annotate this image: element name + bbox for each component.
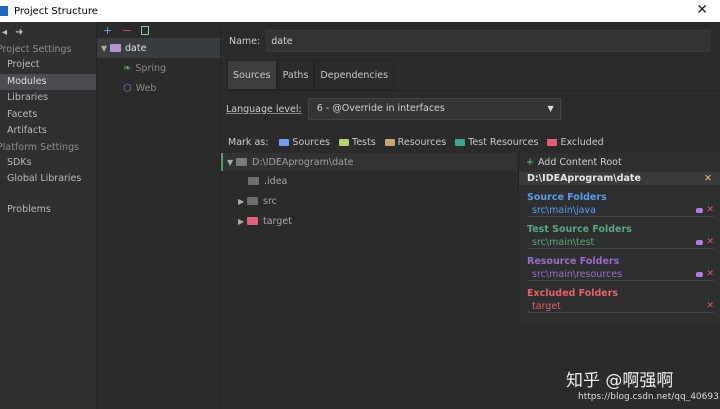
module-settings: Name: Sources Paths Dependencies Languag…: [221, 22, 720, 409]
remove-root-icon[interactable]: ✕: [704, 173, 712, 184]
test-resources-folder-icon: [455, 139, 466, 146]
spring-leaf-icon: ❧: [123, 62, 132, 74]
sources-folder-icon: [279, 139, 290, 146]
remove-icon[interactable]: ✕: [706, 300, 714, 313]
module-name: date: [125, 42, 147, 54]
edit-properties-icon[interactable]: [696, 272, 704, 277]
platform-settings-header: Platform Settings: [0, 141, 80, 153]
app-logo-icon: [0, 6, 8, 16]
tests-folder-icon: [339, 139, 349, 146]
facet-label: Web: [135, 82, 157, 94]
module-tabs: Sources Paths Dependencies: [227, 60, 395, 90]
modules-panel: + − ▼ date ❧ Spring ⬡ Web: [97, 22, 221, 409]
nav-item-facets[interactable]: Facets: [0, 107, 96, 124]
folder-entry: target ✕: [527, 300, 714, 313]
content-roots-panel: + Add Content Root D:\IDEAprogram\date ✕…: [518, 153, 720, 322]
tree-row-src[interactable]: ▶ src: [221, 191, 518, 211]
excluded-folder-icon: [547, 139, 558, 146]
title-bar: Project Structure ✕: [0, 0, 720, 22]
mark-tests-button[interactable]: Tests: [339, 137, 376, 148]
facet-item-spring[interactable]: ❧ Spring: [97, 58, 220, 78]
settings-nav: ◂ ➜ Project Settings Project Modules Lib…: [0, 22, 97, 409]
project-settings-header: Project Settings: [0, 44, 72, 55]
web-globe-icon: ⬡: [123, 82, 132, 94]
mark-test-resources-button[interactable]: Test Resources: [455, 137, 538, 148]
close-icon[interactable]: ✕: [696, 2, 708, 18]
mark-excluded-button[interactable]: Excluded: [547, 137, 604, 148]
name-label: Name:: [229, 35, 261, 47]
nav-arrows: ◂ ➜: [0, 22, 96, 42]
edit-properties-icon[interactable]: [696, 208, 704, 213]
watermark-text: 知乎 @啊强啊: [566, 371, 674, 391]
chevron-right-icon[interactable]: ▶: [238, 217, 247, 226]
facet-label: Spring: [135, 62, 167, 74]
mark-as-bar: Mark as: Sources Tests Resources Test Re…: [228, 137, 604, 148]
module-item-date[interactable]: ▼ date: [97, 38, 220, 58]
facet-item-web[interactable]: ⬡ Web: [97, 78, 220, 98]
test-source-folders-group: Test Source Folders src\main\test ✕: [527, 224, 714, 249]
nav-item-problems[interactable]: Problems: [0, 202, 96, 219]
chevron-right-icon[interactable]: ▶: [238, 197, 247, 206]
add-content-root-button[interactable]: + Add Content Root: [519, 153, 720, 172]
nav-item-sdks[interactable]: SDKs: [0, 155, 96, 172]
nav-item-project[interactable]: Project: [0, 57, 96, 74]
mark-sources-button[interactable]: Sources: [279, 137, 330, 148]
source-folders-group: Source Folders src\main\java ✕: [527, 192, 714, 217]
nav-item-global-libraries[interactable]: Global Libraries: [0, 171, 96, 188]
language-level-row: Language level: 6 - @Override in interfa…: [226, 98, 561, 120]
folder-entry: src\main\java ✕: [527, 204, 714, 217]
edit-properties-icon[interactable]: [696, 240, 704, 245]
watermark-url: https://blog.csdn.net/qq_40693171: [578, 392, 720, 402]
chevron-down-icon[interactable]: ▼: [101, 44, 110, 53]
tree-row-target[interactable]: ▶ target: [221, 211, 518, 231]
language-level-select[interactable]: 6 - @Override in interfaces ▼: [307, 98, 561, 120]
name-row: Name:: [229, 30, 711, 52]
add-icon: +: [526, 157, 534, 168]
excluded-folder-icon: [247, 217, 258, 225]
content-root-path: D:\IDEAprogram\date ✕: [519, 172, 720, 185]
folder-icon: [236, 158, 247, 166]
copy-module-icon[interactable]: [141, 25, 150, 35]
nav-item-libraries[interactable]: Libraries: [0, 90, 96, 107]
chevron-down-icon[interactable]: ▼: [227, 158, 236, 167]
resources-folder-icon: [384, 139, 395, 146]
directory-tree: ▼ D:\IDEAprogram\date .idea ▶ src ▶ targ…: [221, 153, 518, 409]
tab-sources[interactable]: Sources: [227, 60, 277, 90]
window-title: Project Structure: [14, 5, 98, 17]
tree-root-row[interactable]: ▼ D:\IDEAprogram\date: [221, 153, 518, 171]
tree-row-idea[interactable]: .idea: [221, 171, 518, 191]
excluded-folders-group: Excluded Folders target ✕: [527, 288, 714, 313]
folder-entry: src\main\test ✕: [527, 236, 714, 249]
language-level-value: 6 - @Override in interfaces: [316, 103, 445, 114]
folder-icon: [248, 177, 259, 185]
module-folder-icon: [110, 44, 121, 52]
nav-item-modules[interactable]: Modules: [0, 73, 96, 90]
folder-icon: [247, 197, 258, 205]
dropdown-caret-icon: ▼: [547, 104, 554, 113]
add-module-icon[interactable]: +: [103, 24, 112, 37]
module-name-input[interactable]: [266, 30, 711, 52]
remove-icon[interactable]: ✕: [706, 204, 714, 217]
language-level-label: Language level:: [226, 103, 302, 115]
folder-entry: src\main\resources ✕: [527, 268, 714, 281]
back-arrow-icon[interactable]: ◂: [2, 27, 7, 38]
resource-folders-group: Resource Folders src\main\resources ✕: [527, 256, 714, 281]
nav-item-artifacts[interactable]: Artifacts: [0, 123, 96, 140]
remove-icon[interactable]: ✕: [706, 236, 714, 249]
forward-arrow-icon[interactable]: ➜: [15, 27, 23, 38]
mark-resources-button[interactable]: Resources: [384, 137, 446, 148]
modules-toolbar: + −: [97, 22, 220, 38]
remove-module-icon[interactable]: −: [122, 24, 131, 37]
mark-as-label: Mark as:: [228, 137, 269, 148]
tab-paths[interactable]: Paths: [276, 60, 315, 90]
remove-icon[interactable]: ✕: [706, 268, 714, 281]
tree-root-label: D:\IDEAprogram\date: [252, 156, 354, 168]
tab-dependencies[interactable]: Dependencies: [314, 60, 395, 90]
